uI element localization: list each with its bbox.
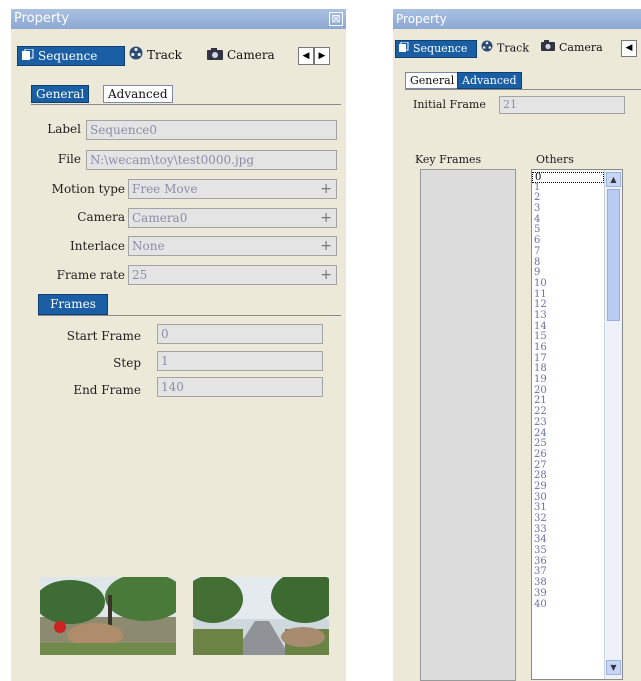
others-list-item[interactable]: 7 (532, 246, 604, 258)
subtab-advanced[interactable]: Advanced (457, 72, 522, 89)
tab-scroll-next-button[interactable]: ▶ (314, 47, 330, 65)
subtab-general[interactable]: General (405, 72, 460, 89)
tab-sequence[interactable]: Sequence (395, 40, 477, 58)
frame-rate-select[interactable]: 25 + (128, 265, 337, 285)
initial-frame-label: Initial Frame (413, 98, 486, 111)
others-list-item[interactable]: 3 (532, 203, 604, 215)
expand-icon: + (320, 210, 332, 226)
preview-thumbnail-first[interactable] (40, 577, 176, 655)
tab-label: Sequence (38, 49, 98, 63)
frames-section-tab[interactable]: Frames (38, 294, 108, 315)
scroll-up-button[interactable]: ▲ (606, 172, 621, 187)
label-field-label: Label (47, 122, 81, 136)
initial-frame-input[interactable]: 21 (499, 96, 625, 114)
camera-icon (541, 40, 555, 56)
subtab-divider (405, 89, 641, 90)
close-icon[interactable]: ⊠ (329, 12, 343, 26)
subtab-advanced[interactable]: Advanced (103, 85, 173, 103)
panel-title: Property (396, 12, 447, 26)
camera-value: Camera0 (132, 211, 188, 225)
expand-icon: + (320, 181, 332, 197)
file-field-label: File (57, 152, 81, 166)
others-list-item[interactable]: 0 (532, 172, 604, 183)
others-label: Others (536, 153, 574, 166)
tab-label: Camera (227, 48, 275, 62)
tab-strip: Sequence Track Camera ◀ (395, 40, 641, 60)
others-list-item[interactable]: 23 (532, 417, 604, 429)
step-input[interactable]: 1 (157, 351, 323, 371)
scroll-down-button[interactable]: ▼ (606, 660, 621, 675)
panel-title: Property (14, 11, 70, 26)
sequence-icon (22, 48, 34, 66)
motion-type-label: Motion type (51, 182, 125, 196)
others-list-item[interactable]: 8 (532, 257, 604, 269)
interlace-select[interactable]: None + (128, 236, 337, 256)
tab-track[interactable]: Track (481, 40, 537, 58)
tab-camera[interactable]: Camera (207, 46, 293, 66)
right-property-panel: Property Sequence Track Camera ◀ General… (393, 9, 641, 681)
label-input[interactable]: Sequence0 (86, 120, 337, 140)
subtab-general[interactable]: General (31, 85, 90, 103)
tab-scroll-prev-button[interactable]: ◀ (298, 47, 314, 65)
key-frames-list[interactable] (420, 169, 516, 681)
file-input[interactable]: N:\wecam\toy\test0000.jpg (86, 150, 337, 170)
expand-icon: + (320, 238, 332, 254)
interlace-label: Interlace (70, 239, 125, 253)
others-list-item[interactable]: 2 (532, 193, 604, 204)
camera-select[interactable]: Camera0 + (128, 208, 337, 228)
left-title-bar: Property ⊠ (11, 9, 346, 29)
tab-label: Track (497, 41, 529, 55)
start-frame-input[interactable]: 0 (157, 324, 323, 344)
sequence-icon (399, 41, 409, 57)
subtab-divider (31, 104, 341, 105)
others-list-item[interactable]: 10 (532, 278, 604, 290)
others-list-item[interactable]: 40 (532, 599, 604, 611)
tab-track[interactable]: Track (129, 46, 203, 66)
frame-rate-value: 25 (132, 268, 148, 282)
others-list-item[interactable]: 26 (532, 449, 604, 461)
frames-divider (38, 315, 341, 316)
expand-icon: + (320, 267, 332, 283)
tab-sequence[interactable]: Sequence (17, 46, 125, 66)
tab-label: Track (147, 48, 182, 62)
preview-thumbnail-second[interactable] (193, 577, 329, 655)
others-items-container: 0 1 2 3 4 5 6 7 8 9 10 11 12 13 14 15 16 17 18 19 20 21 22 23 24… (532, 172, 604, 610)
step-label: Step (113, 356, 141, 370)
left-property-panel: Property ⊠ Sequence Track Camera ◀ ▶ Gen… (11, 9, 346, 681)
right-title-bar: Property (393, 9, 641, 29)
others-list-item[interactable]: 5 (532, 225, 604, 236)
others-list-item[interactable]: 39 (532, 588, 604, 600)
others-list-item[interactable]: 1 (532, 182, 604, 194)
key-frames-label: Key Frames (415, 153, 482, 166)
motion-type-value: Free Move (132, 182, 198, 196)
camera-icon (207, 47, 223, 65)
park-scene-image (40, 577, 176, 655)
camera-label: Camera (77, 210, 125, 224)
tab-strip: Sequence Track Camera ◀ ▶ (17, 46, 342, 68)
tab-camera[interactable]: Camera (541, 40, 613, 58)
others-scrollbar[interactable]: ▲ ▼ (604, 170, 622, 679)
motion-type-select[interactable]: Free Move + (128, 179, 337, 199)
others-list[interactable]: 0 1 2 3 4 5 6 7 8 9 10 11 12 13 14 15 16 17 18 19 20 21 22 23 24… (531, 169, 623, 680)
tab-scroll-prev-button[interactable]: ◀ (621, 40, 637, 57)
scroll-thumb[interactable] (607, 189, 620, 321)
others-list-item[interactable]: 4 (532, 214, 604, 226)
start-frame-label: Start Frame (66, 329, 141, 343)
interlace-value: None (132, 239, 165, 253)
film-reel-icon (129, 46, 143, 65)
frame-rate-label: Frame rate (56, 268, 125, 282)
end-frame-input[interactable]: 140 (157, 377, 323, 397)
tab-label: Sequence (413, 42, 468, 55)
others-list-item[interactable]: 6 (532, 235, 604, 247)
end-frame-label: End Frame (73, 383, 141, 397)
tab-label: Camera (559, 41, 603, 54)
road-scene-image (193, 577, 329, 655)
film-reel-icon (481, 40, 493, 57)
